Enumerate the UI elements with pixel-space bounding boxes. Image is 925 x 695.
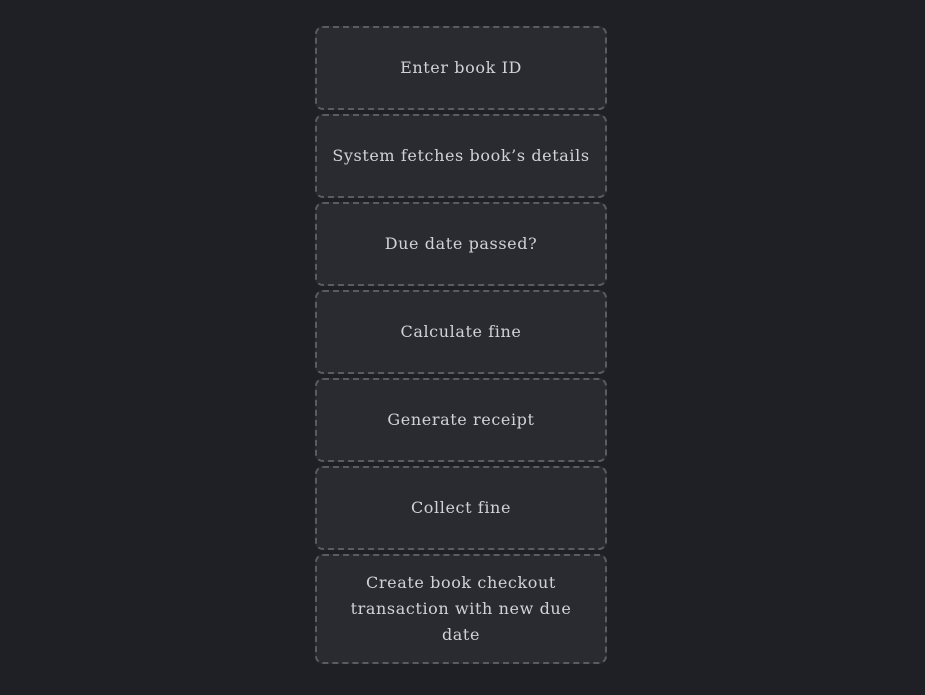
step-due-date-passed: Due date passed? [315,202,607,286]
step-label: Calculate fine [400,322,522,341]
step-create-checkout-transaction: Create book checkout transaction with ne… [315,554,607,664]
step-calculate-fine: Calculate fine [315,290,607,374]
step-label: System fetches book’s details [332,146,590,165]
step-label: Generate receipt [387,410,535,429]
step-label: Enter book ID [400,58,522,77]
step-fetch-book-details: System fetches book’s details [315,114,607,198]
step-generate-receipt: Generate receipt [315,378,607,462]
step-label: Collect fine [410,498,512,517]
flowchart: Enter book ID System fetches book’s deta… [315,26,607,664]
step-collect-fine: Collect fine [315,466,607,550]
step-label: Due date passed? [384,234,538,253]
step-label: Create book checkout transaction with ne… [350,573,572,644]
step-enter-book-id: Enter book ID [315,26,607,110]
